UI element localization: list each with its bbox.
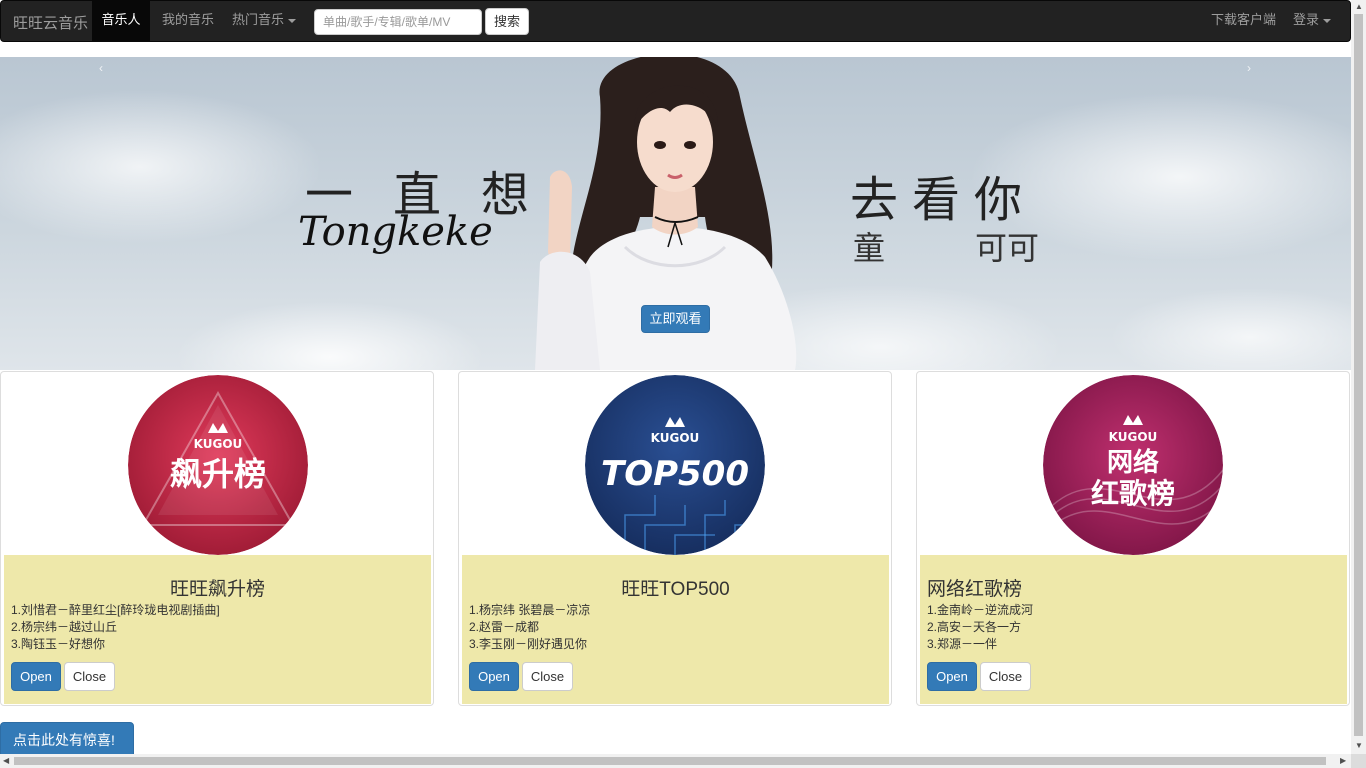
song-list: 1.金南岭－逆流成河 2.高安－天各一方 3.郑源－一伴 [927,602,1033,653]
brand-logo[interactable]: 旺旺云音乐 [13,12,88,33]
close-button[interactable]: Close [64,662,115,691]
card-title: 旺旺飙升榜 [169,579,265,600]
artist-last-name: 可可 [975,229,1040,267]
logo-brand-text: KUGOU [651,431,700,445]
chart-card-rising: KUGOU 飙升榜 旺旺飙升榜 1.刘惜君－醉里红尘[醉玲珑电视剧插曲] 2.杨… [0,371,434,706]
chart-card-web-hits: KUGOU 网络 红歌榜 网络红歌榜 1.金南岭－逆流成河 2.高安－天各一方 … [916,371,1350,706]
download-client-link[interactable]: 下载客户端 [1211,1,1276,41]
logo-title-line2: 红歌榜 [1091,477,1175,510]
song-item[interactable]: 3.李玉刚－刚好遇见你 [469,636,590,653]
scroll-right-icon[interactable]: ▶ [1340,756,1346,765]
artist-first-name: 童 [853,229,886,267]
caret-down-icon [1323,18,1332,23]
card-title: 网络红歌榜 [927,579,1023,600]
top500-chart-logo[interactable]: KUGOU TOP500 [585,375,765,555]
card-title: 旺旺TOP500 [621,579,730,600]
banner-signature: Tongkeke [298,209,493,255]
nav-item-hot-music-label: 热门音乐 [232,12,285,27]
nav-item-hot-music-dropdown[interactable]: 热门音乐 [232,1,297,41]
login-label: 登录 [1293,12,1320,27]
search-button[interactable]: 搜索 [485,8,529,35]
surprise-button[interactable]: 点击此处有惊喜! [0,722,134,758]
song-item[interactable]: 2.杨宗纬－越过山丘 [11,619,220,636]
login-dropdown[interactable]: 登录 [1293,1,1332,41]
nav-item-musicians[interactable]: 音乐人 [92,1,150,41]
logo-title-line1: 网络 [1107,447,1159,478]
banner-title-right: 去看你 [850,172,1037,228]
logo-title-text: 飙升榜 [170,455,266,493]
horizontal-scroll-thumb[interactable] [14,757,1326,765]
logo-brand-text: KUGOU [194,437,243,451]
horizontal-scrollbar[interactable]: ◀ ▶ [0,754,1351,768]
close-button[interactable]: Close [522,662,573,691]
banner-artist-name: 童 可可 [853,223,1039,269]
open-button[interactable]: Open [11,662,61,691]
card-caption: 旺旺飙升榜 1.刘惜君－醉里红尘[醉玲珑电视剧插曲] 2.杨宗纬－越过山丘 3.… [4,555,431,704]
logo-title-text: TOP500 [601,454,749,494]
banner-carousel: ‹ › 一直想 去看你 Tongkeke 童可可 立即观看 [0,57,1351,370]
navbar: 旺旺云音乐 音乐人 我的音乐 热门音乐 搜索 下载客户端 登录 [0,0,1351,42]
nav-item-my-music[interactable]: 我的音乐 [162,1,214,41]
card-caption: 旺旺TOP500 1.杨宗纬 张碧晨－凉凉 2.赵雷－成都 3.李玉刚－刚好遇见… [462,555,889,704]
song-list: 1.刘惜君－醉里红尘[醉玲珑电视剧插曲] 2.杨宗纬－越过山丘 3.陶钰玉－好想… [11,602,220,653]
vertical-scroll-thumb[interactable] [1354,14,1363,736]
watch-now-button[interactable]: 立即观看 [641,305,710,333]
scrollbar-corner [1351,754,1366,768]
caret-down-icon [288,18,297,23]
song-item[interactable]: 1.杨宗纬 张碧晨－凉凉 [469,602,590,619]
close-button[interactable]: Close [980,662,1031,691]
carousel-next-icon[interactable]: › [1247,61,1251,75]
card-caption: 网络红歌榜 1.金南岭－逆流成河 2.高安－天各一方 3.郑源－一伴 Open … [920,555,1347,704]
vertical-scrollbar[interactable]: ▲ ▼ [1351,0,1366,754]
scroll-up-icon[interactable]: ▲ [1355,2,1363,11]
song-item[interactable]: 1.金南岭－逆流成河 [927,602,1033,619]
scroll-left-icon[interactable]: ◀ [3,756,9,765]
open-button[interactable]: Open [469,662,519,691]
open-button[interactable]: Open [927,662,977,691]
web-hits-chart-logo[interactable]: KUGOU 网络 红歌榜 [1043,375,1223,555]
carousel-prev-icon[interactable]: ‹ [99,61,103,75]
song-item[interactable]: 2.赵雷－成都 [469,619,590,636]
logo-brand-text: KUGOU [1109,430,1158,444]
scroll-down-icon[interactable]: ▼ [1355,741,1363,750]
song-item[interactable]: 3.陶钰玉－好想你 [11,636,220,653]
chart-card-top500: KUGOU TOP500 旺旺TOP500 1.杨宗纬 张碧晨－凉凉 2.赵雷－… [458,371,892,706]
rising-chart-logo[interactable]: KUGOU 飙升榜 [128,375,308,555]
search-input[interactable] [314,9,482,35]
song-list: 1.杨宗纬 张碧晨－凉凉 2.赵雷－成都 3.李玉刚－刚好遇见你 [469,602,590,653]
song-item[interactable]: 3.郑源－一伴 [927,636,1033,653]
song-item[interactable]: 2.高安－天各一方 [927,619,1033,636]
song-item[interactable]: 1.刘惜君－醉里红尘[醉玲珑电视剧插曲] [11,602,220,619]
